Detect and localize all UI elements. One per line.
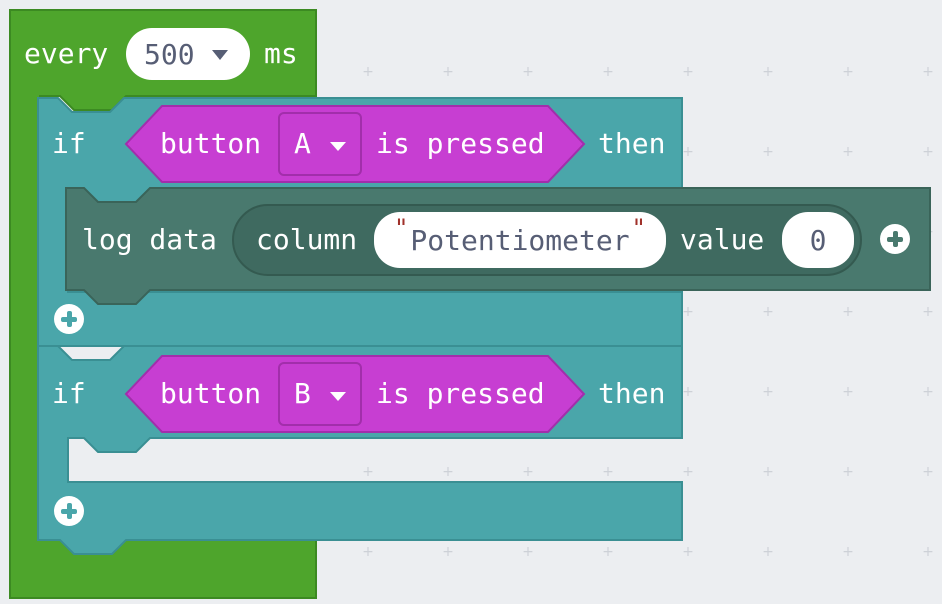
button-b-dropdown[interactable]: B <box>278 362 362 426</box>
button-label-b: button <box>160 377 262 410</box>
if-label-b: if <box>52 377 86 410</box>
then-label-b: then <box>598 377 666 410</box>
if-block-b[interactable] <box>0 0 942 604</box>
add-else-plus-icon[interactable] <box>54 496 84 526</box>
chevron-down-icon <box>330 392 346 401</box>
button-b-value: B <box>294 377 311 410</box>
blocks-workspace[interactable]: ++++++++++++++++++++++++++++++++++++++++… <box>0 0 942 604</box>
pressed-label-b: is pressed <box>376 377 545 410</box>
